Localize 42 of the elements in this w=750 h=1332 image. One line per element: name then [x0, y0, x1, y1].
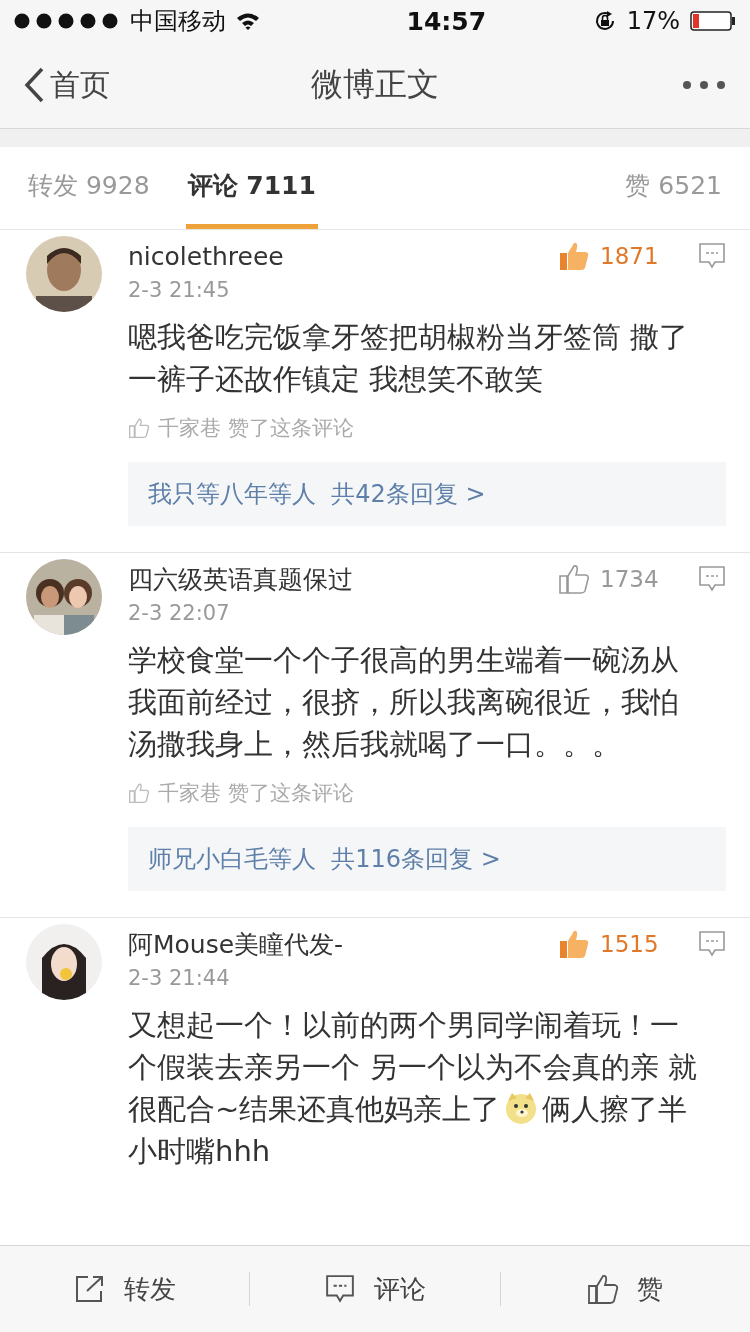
- share-icon: [73, 1274, 106, 1304]
- comment-icon: [324, 1274, 356, 1304]
- page-title: 微博正文: [311, 64, 439, 105]
- back-button[interactable]: 首页: [24, 64, 110, 106]
- battery-icon: [690, 11, 736, 31]
- comment-time: 2-3 22:07: [128, 601, 231, 625]
- thumbs-up-icon: [587, 1274, 620, 1304]
- replies-link[interactable]: 师兄小白毛等人 共116条回复 >: [128, 827, 726, 891]
- liked-by-note: 千家巷 赞了这条评论: [158, 415, 354, 442]
- thumbs-up-icon: [128, 418, 150, 438]
- like-count: 1871: [600, 243, 660, 269]
- like-count: 1515: [600, 931, 660, 957]
- username[interactable]: 阿Mouse美瞳代发-: [128, 927, 344, 961]
- toolbar-button[interactable]: 评论: [250, 1246, 500, 1332]
- chevron-left-icon: [24, 67, 44, 103]
- username[interactable]: nicolethreee: [128, 241, 284, 271]
- carrier-name: 中国移动: [130, 6, 226, 37]
- comment-icon[interactable]: [698, 565, 726, 593]
- dog-emoji-icon: [504, 1091, 539, 1125]
- toolbar-button[interactable]: 转发: [0, 1246, 250, 1332]
- thumbs-up-icon[interactable]: [558, 241, 590, 271]
- username[interactable]: 四六级英语真题保过: [128, 562, 353, 596]
- thumbs-up-icon: [128, 783, 150, 803]
- liked-by-note: 千家巷 赞了这条评论: [158, 780, 354, 807]
- comment-icon[interactable]: [698, 930, 726, 958]
- wifi-icon: [236, 12, 260, 30]
- more-icon[interactable]: [682, 80, 726, 90]
- tab[interactable]: 评论 7111: [185, 147, 318, 229]
- thumbs-up-icon[interactable]: [558, 929, 590, 959]
- comment-time: 2-3 21:44: [128, 966, 231, 990]
- battery-percent: 17%: [626, 7, 680, 35]
- replies-link[interactable]: 我只等八年等人 共42条回复 >: [128, 462, 726, 526]
- thumbs-up-icon[interactable]: [558, 564, 590, 594]
- toolbar-button[interactable]: 赞: [500, 1246, 750, 1332]
- comment-icon[interactable]: [698, 242, 726, 270]
- comment-text: 又想起一个！以前的两个男同学闹着玩！一个假装去亲另一个 另一个以为不会真的亲 就很配合~结果还真他妈亲上了 俩人擦了半小时嘴hhh: [128, 1007, 698, 1170]
- comment-time: 2-3 21:45: [128, 278, 231, 302]
- comment-text: 学校食堂一个个子很高的男生端着一碗汤从我面前经过，很挤，所以我离碗很近，我怕汤撒我身上，然后我就喝了一口。。。: [128, 642, 680, 763]
- signal-icon: [14, 13, 120, 29]
- comment-text: 嗯我爸吃完饭拿牙签把胡椒粉当牙签筒 撒了一裤子还故作镇定 我想笑不敢笑: [128, 319, 690, 398]
- like-count: 1734: [600, 566, 660, 592]
- clock-time: 14:57: [406, 6, 487, 36]
